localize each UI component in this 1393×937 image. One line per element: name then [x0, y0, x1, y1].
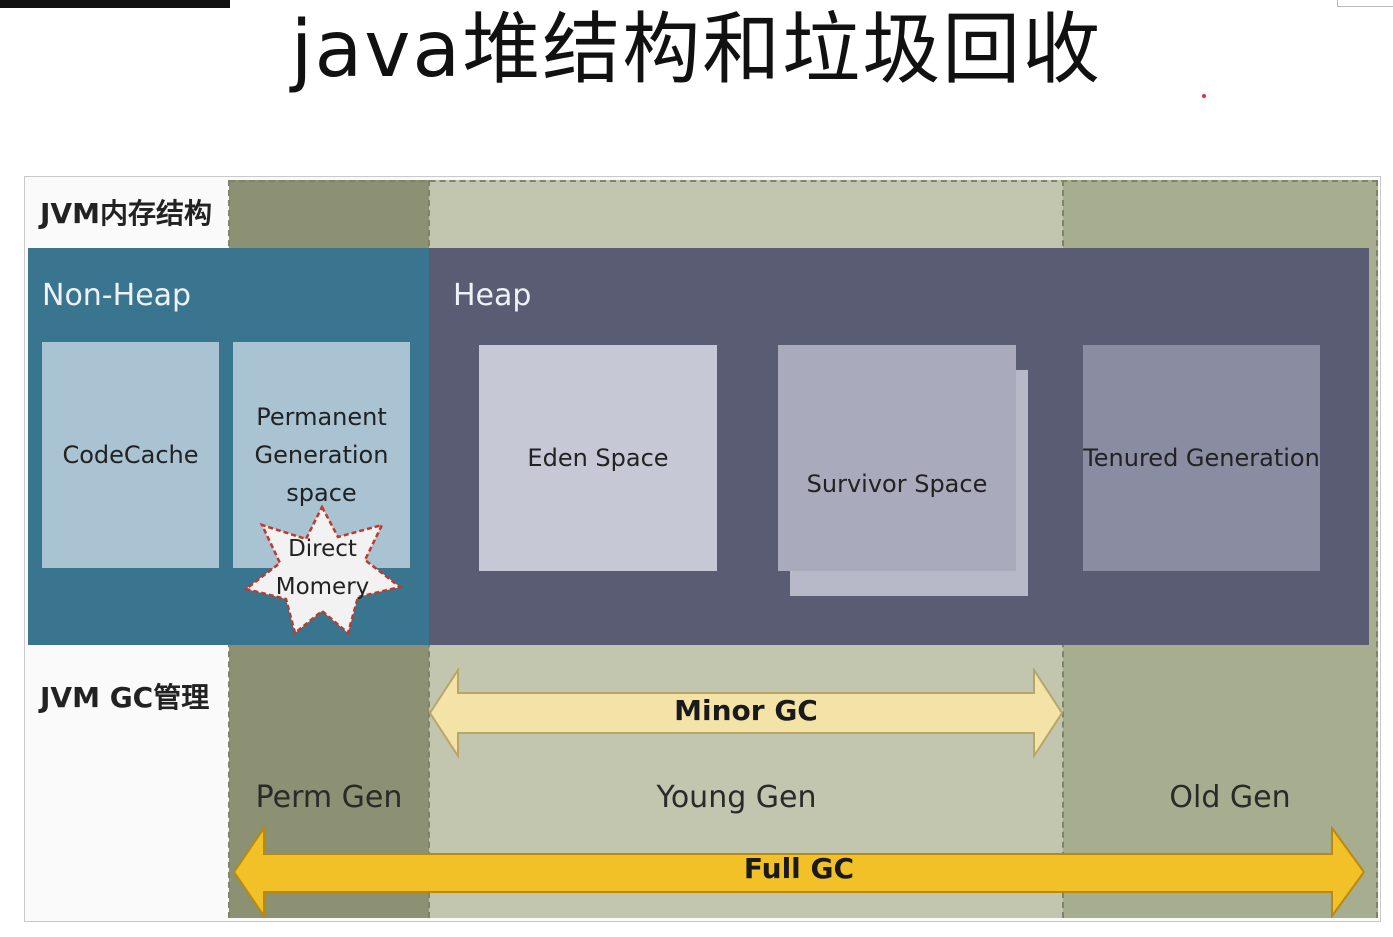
old-gen-label: Old Gen — [1169, 780, 1291, 815]
tenured-generation-box: Tenured Generation — [1083, 345, 1320, 571]
heap-title: Heap — [453, 278, 532, 313]
eden-space-box: Eden Space — [479, 345, 717, 571]
perm-line-1: Permanent — [256, 403, 387, 431]
survivor-space-box: Survivor Space — [778, 345, 1016, 571]
band-top-dashed-line — [229, 180, 1378, 182]
eden-space-label: Eden Space — [527, 444, 669, 472]
page-title: java堆结构和垃圾回收 — [290, 5, 1103, 95]
direct-memory-label: Direct Momery — [240, 530, 405, 606]
minor-gc-label: Minor GC — [674, 694, 818, 727]
survivor-space-label: Survivor Space — [806, 470, 988, 498]
full-gc-label: Full GC — [743, 852, 855, 885]
jvm-gc-management-label: JVM GC管理 — [40, 681, 210, 714]
tenured-generation-label: Tenured Generation — [1083, 444, 1320, 472]
perm-gen-label: Perm Gen — [255, 780, 403, 815]
permanent-generation-label: Permanent Generation space — [255, 398, 389, 512]
young-gen-label: Young Gen — [656, 780, 817, 815]
codecache-box: CodeCache — [42, 342, 219, 568]
direct-line-2: Momery — [275, 574, 370, 600]
non-heap-title: Non-Heap — [42, 278, 192, 313]
red-dot-mark — [1202, 94, 1206, 98]
divider-right — [1376, 180, 1378, 918]
jvm-memory-structure-label: JVM内存结构 — [40, 197, 212, 230]
direct-line-1: Direct — [288, 536, 357, 562]
codecache-label: CodeCache — [62, 441, 199, 469]
perm-line-2: Generation — [254, 441, 389, 469]
